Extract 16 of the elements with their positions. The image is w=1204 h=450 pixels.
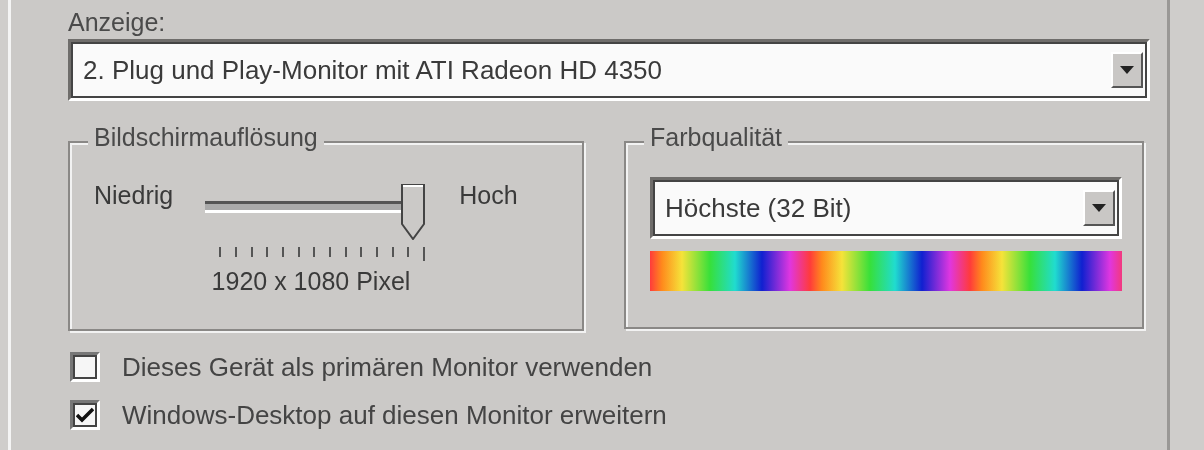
resolution-reading: 1920 x 1080 Pixel [210,267,412,296]
slider-thumb[interactable] [401,184,426,240]
high-label: Hoch [459,181,518,210]
dropdown-field[interactable]: 2. Plug und Play-Monitor mit ATI Radeon HD 4350 [68,39,1150,101]
checkbox-label: Dieses Gerät als primären Monitor verwenden [122,351,653,383]
display-label: Anzeige: [68,8,167,37]
checkbox[interactable] [70,352,100,382]
dropdown-button[interactable] [1083,190,1115,226]
dropdown-field[interactable]: Höchste (32 Bit) [650,177,1122,239]
check-icon [76,407,94,423]
caret-icon [1120,66,1134,74]
checkbox[interactable] [70,400,100,430]
checkbox-label: Windows-Desktop auf diesen Monitor erweitern [122,399,667,431]
low-label: Niedrig [94,181,174,210]
dropdown-button[interactable] [1111,52,1143,88]
caret-icon [1092,204,1106,212]
